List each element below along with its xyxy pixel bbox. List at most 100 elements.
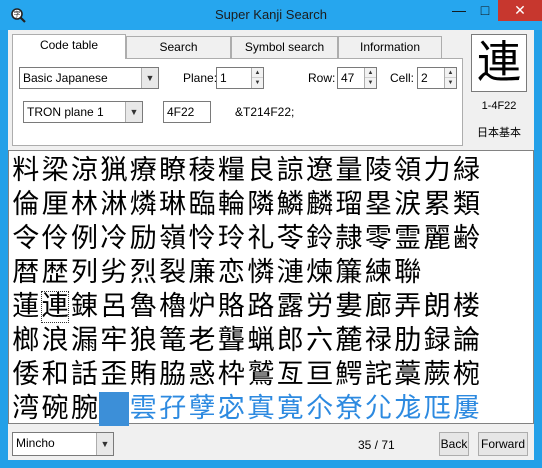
kanji-cell[interactable]: 冷 — [99, 222, 128, 256]
kanji-cell[interactable]: 累 — [422, 188, 451, 222]
kanji-cell[interactable]: 録 — [422, 324, 451, 358]
kanji-cell[interactable]: 類 — [452, 188, 481, 222]
font-select[interactable]: Mincho ▼ — [12, 432, 114, 456]
kanji-cell[interactable]: 惑 — [187, 358, 216, 392]
encoding-select[interactable]: TRON plane 1 ▼ — [23, 101, 143, 123]
kanji-cell[interactable]: 老 — [187, 324, 216, 358]
kanji-cell[interactable]: 力 — [422, 154, 451, 188]
plane-spin-buttons[interactable]: ▲ ▼ — [251, 68, 263, 88]
cell-spinner[interactable]: 2 ▲ ▼ — [417, 67, 457, 89]
maximize-button[interactable]: □ — [472, 0, 498, 21]
kanji-cell[interactable]: 瞭 — [158, 154, 187, 188]
kanji-cell[interactable]: 寘 — [246, 392, 275, 426]
kanji-cell[interactable]: 倭 — [11, 358, 40, 392]
kanji-cell[interactable]: 緑 — [452, 154, 481, 188]
kanji-cell[interactable]: 論 — [452, 324, 481, 358]
kanji-cell[interactable]: 労 — [305, 290, 334, 324]
spin-down-icon[interactable]: ▼ — [365, 78, 376, 88]
kanji-cell[interactable]: 話 — [70, 358, 99, 392]
kanji-cell[interactable]: 暦 — [11, 256, 40, 290]
kanji-cell[interactable]: 聾 — [217, 324, 246, 358]
spin-up-icon[interactable]: ▲ — [252, 68, 263, 78]
kanji-cell[interactable]: 六 — [305, 324, 334, 358]
kanji-cell[interactable]: 練 — [364, 256, 393, 290]
kanji-cell[interactable]: 麓 — [334, 324, 363, 358]
kanji-cell[interactable]: 梁 — [40, 154, 69, 188]
kanji-cell[interactable]: 脇 — [158, 358, 187, 392]
kanji-cell[interactable]: 隣 — [246, 188, 275, 222]
kanji-cell[interactable]: 歪 — [99, 358, 128, 392]
chevron-down-icon[interactable]: ▼ — [125, 102, 142, 122]
kanji-cell[interactable]: 孽 — [187, 392, 216, 426]
kanji-cell[interactable]: 和 — [40, 358, 69, 392]
kanji-cell[interactable]: 廊 — [364, 290, 393, 324]
kanji-cell[interactable]: 屢 — [452, 392, 481, 426]
plane-spinner[interactable]: 1 ▲ ▼ — [216, 67, 264, 89]
kanji-cell[interactable]: 輪 — [217, 188, 246, 222]
kanji-cell[interactable]: 郎 — [276, 324, 305, 358]
kanji-cell[interactable]: 炉 — [187, 290, 216, 324]
kanji-cell[interactable]: 劣 — [99, 256, 128, 290]
kanji-cell[interactable]: 漣 — [276, 256, 305, 290]
kanji-cell[interactable]: 榔 — [11, 324, 40, 358]
kanji-cell[interactable]: 枠 — [217, 358, 246, 392]
kanji-cell[interactable]: 塁 — [364, 188, 393, 222]
kanji-cell[interactable]: 錬 — [70, 290, 99, 324]
kanji-cell[interactable]: 霊 — [393, 222, 422, 256]
kanji-cell[interactable]: 麟 — [305, 188, 334, 222]
kanji-cell[interactable]: 篭 — [158, 324, 187, 358]
kanji-cell[interactable]: 蓮 — [11, 290, 40, 324]
kanji-cell[interactable]: 烈 — [129, 256, 158, 290]
kanji-cell[interactable]: 鈴 — [305, 222, 334, 256]
kanji-cell[interactable]: 倫 — [11, 188, 40, 222]
kanji-cell[interactable]: 禄 — [364, 324, 393, 358]
kanji-cell[interactable]: 椀 — [452, 358, 481, 392]
charset-select[interactable]: Basic Japanese ▼ — [19, 67, 159, 89]
kanji-cell[interactable]: 齢 — [452, 222, 481, 256]
kanji-cell[interactable]: 藁 — [393, 358, 422, 392]
kanji-cell[interactable]: 憐 — [246, 256, 275, 290]
kanji-cell[interactable]: 湾 — [11, 392, 40, 426]
spin-up-icon[interactable]: ▲ — [365, 68, 376, 78]
kanji-cell[interactable]: 諒 — [276, 154, 305, 188]
minimize-button[interactable]: — — [446, 0, 472, 21]
kanji-cell[interactable]: 猟 — [99, 154, 128, 188]
kanji-cell[interactable]: 呂 — [99, 290, 128, 324]
kanji-cell[interactable]: 麗 — [422, 222, 451, 256]
kanji-cell[interactable]: 漏 — [70, 324, 99, 358]
row-spinner[interactable]: 47 ▲ ▼ — [337, 67, 377, 89]
kanji-cell[interactable]: 量 — [334, 154, 363, 188]
kanji-cell[interactable]: 尨 — [393, 392, 422, 426]
kanji-cell[interactable]: 寛 — [276, 392, 305, 426]
tab-search[interactable]: Search — [126, 36, 231, 58]
kanji-cell[interactable]: 糧 — [217, 154, 246, 188]
spin-down-icon[interactable]: ▼ — [445, 78, 456, 88]
kanji-cell[interactable]: 聯 — [393, 256, 422, 290]
kanji-cell[interactable]: 例 — [70, 222, 99, 256]
kanji-cell[interactable]: 隷 — [334, 222, 363, 256]
kanji-cell[interactable]: 魯 — [129, 290, 158, 324]
kanji-cell[interactable]: 宓 — [217, 392, 246, 426]
kanji-cell[interactable]: 蝋 — [246, 324, 275, 358]
spin-up-icon[interactable]: ▲ — [445, 68, 456, 78]
kanji-cell[interactable]: 嶺 — [158, 222, 187, 256]
kanji-cell[interactable]: 鱗 — [276, 188, 305, 222]
kanji-cell[interactable]: 稜 — [187, 154, 216, 188]
kanji-cell[interactable]: 露 — [276, 290, 305, 324]
kanji-cell[interactable]: 玲 — [217, 222, 246, 256]
kanji-cell[interactable]: 煉 — [305, 256, 334, 290]
kanji-cell[interactable]: 伶 — [40, 222, 69, 256]
kanji-cell[interactable]: 裂 — [158, 256, 187, 290]
kanji-cell[interactable]: 廉 — [187, 256, 216, 290]
kanji-cell[interactable]: 零 — [364, 222, 393, 256]
kanji-cell[interactable]: 礼 — [246, 222, 275, 256]
title-bar[interactable]: 字 Super Kanji Search — □ ✕ — [0, 0, 542, 30]
kanji-cell[interactable]: 療 — [129, 154, 158, 188]
row-spin-buttons[interactable]: ▲ ▼ — [364, 68, 376, 88]
kanji-grid[interactable]: 料梁涼猟療瞭稜糧良諒遼量陵領力緑倫厘林淋燐琳臨輪隣鱗麟瑠塁涙累類令伶例冷励嶺怜玲… — [8, 150, 534, 426]
kanji-cell[interactable]: 陵 — [364, 154, 393, 188]
kanji-cell[interactable]: 弄 — [393, 290, 422, 324]
chevron-down-icon[interactable]: ▼ — [96, 433, 113, 455]
kanji-cell[interactable]: 励 — [129, 222, 158, 256]
kanji-cell[interactable]: 涙 — [393, 188, 422, 222]
